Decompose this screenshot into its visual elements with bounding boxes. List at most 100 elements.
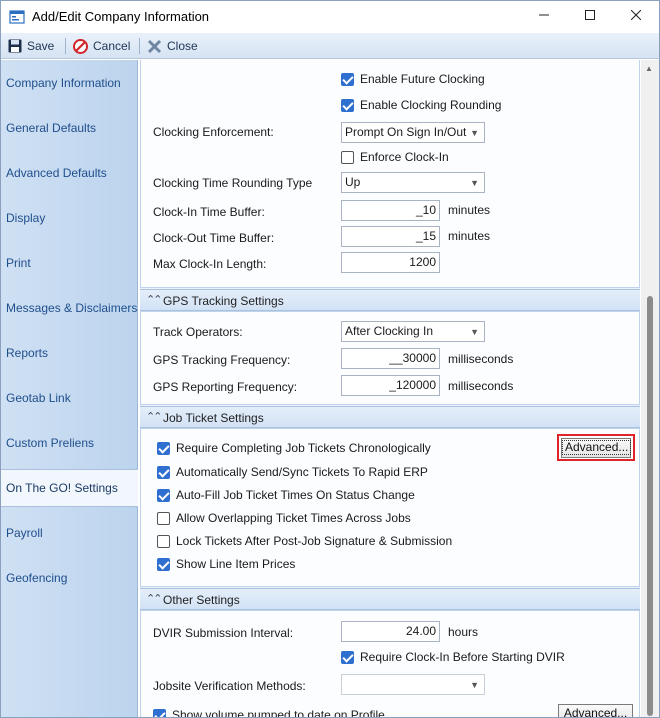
close-x-icon bbox=[147, 39, 162, 53]
clock-in-buffer-label: Clock-In Time Buffer: bbox=[153, 205, 265, 219]
sidebar-item-general-defaults[interactable]: General Defaults bbox=[1, 105, 138, 141]
app-window-icon bbox=[9, 10, 25, 24]
other-settings-section-title: Other Settings bbox=[163, 593, 240, 607]
track-operators-value: After Clocking In bbox=[345, 324, 434, 338]
job-ticket-option-label: Automatically Send/Sync Tickets To Rapid… bbox=[176, 465, 428, 479]
job-ticket-section-title: Job Ticket Settings bbox=[163, 411, 264, 425]
tracking-frequency-input[interactable]: __30000 bbox=[341, 348, 440, 369]
hours-unit: hours bbox=[448, 625, 479, 639]
job-ticket-section-header[interactable]: ⌃⌃ Job Ticket Settings bbox=[140, 406, 640, 428]
require-clock-in-dvir-label: Require Clock-In Before Starting DVIR bbox=[360, 650, 565, 664]
gps-section-title: GPS Tracking Settings bbox=[163, 294, 284, 308]
chevron-down-icon: ▼ bbox=[470, 128, 479, 138]
other-settings-panel: DVIR Submission Interval: 24.00 hours Re… bbox=[140, 610, 640, 718]
jobsite-verification-select[interactable]: ▼ bbox=[341, 674, 485, 695]
sidebar-item-display[interactable]: Display bbox=[1, 195, 138, 231]
scrollbar-thumb[interactable] bbox=[647, 296, 653, 716]
show-volume-checkbox[interactable] bbox=[153, 709, 166, 717]
minutes-unit: minutes bbox=[448, 203, 491, 217]
show-volume-label: Show volume pumped to date on Profile bbox=[172, 708, 385, 718]
sidebar-item-label: Geotab Link bbox=[6, 391, 71, 405]
enforce-clock-in-checkbox[interactable] bbox=[341, 151, 354, 164]
other-settings-section-header[interactable]: ⌃⌃ Other Settings bbox=[140, 588, 640, 610]
collapse-chevron-icon: ⌃⌃ bbox=[146, 294, 163, 306]
sidebar-item-label: Company Information bbox=[6, 76, 121, 90]
close-window-button[interactable] bbox=[613, 1, 659, 33]
save-button[interactable]: Save bbox=[8, 37, 54, 55]
floppy-disk-icon bbox=[8, 39, 22, 53]
job-ticket-option-checkbox[interactable] bbox=[157, 442, 170, 455]
job-ticket-option-checkbox[interactable] bbox=[157, 535, 170, 548]
clock-out-buffer-input[interactable]: _15 bbox=[341, 226, 440, 247]
gps-panel: Track Operators: After Clocking In ▼ GPS… bbox=[140, 311, 640, 405]
rounding-type-select[interactable]: Up ▼ bbox=[341, 172, 485, 193]
settings-sidebar: Company Information General Defaults Adv… bbox=[1, 60, 138, 717]
sidebar-item-label: On The GO! Settings bbox=[6, 481, 118, 495]
sidebar-item-advanced-defaults[interactable]: Advanced Defaults bbox=[1, 150, 138, 186]
sidebar-item-label: Messages & Disclaimers bbox=[6, 301, 138, 315]
dvir-interval-input[interactable]: 24.00 bbox=[341, 621, 440, 642]
collapse-chevron-icon: ⌃⌃ bbox=[146, 593, 163, 605]
rounding-type-label: Clocking Time Rounding Type bbox=[153, 176, 313, 190]
sidebar-item-label: Advanced Defaults bbox=[6, 166, 107, 180]
collapse-chevron-icon: ⌃⌃ bbox=[146, 411, 163, 423]
window-title: Add/Edit Company Information bbox=[32, 9, 210, 24]
close-button[interactable]: Close bbox=[147, 37, 198, 55]
enable-clocking-rounding-label: Enable Clocking Rounding bbox=[360, 98, 502, 112]
sidebar-item-reports[interactable]: Reports bbox=[1, 330, 138, 366]
advanced-button-label: Advanced... bbox=[563, 706, 628, 718]
gps-section-header[interactable]: ⌃⌃ GPS Tracking Settings bbox=[140, 289, 640, 311]
job-ticket-option-checkbox[interactable] bbox=[157, 489, 170, 502]
sidebar-item-payroll[interactable]: Payroll bbox=[1, 510, 138, 546]
job-ticket-option-label: Lock Tickets After Post-Job Signature & … bbox=[176, 534, 453, 548]
sidebar-item-custom-preliens[interactable]: Custom Preliens bbox=[1, 420, 138, 456]
minimize-button[interactable] bbox=[521, 1, 567, 33]
clocking-panel: Enable Future Clocking Enable Clocking R… bbox=[140, 60, 640, 288]
vertical-scrollbar[interactable]: ▲ bbox=[641, 60, 659, 717]
reporting-frequency-input[interactable]: _120000 bbox=[341, 375, 440, 396]
job-ticket-option-label: Auto-Fill Job Ticket Times On Status Cha… bbox=[176, 488, 415, 502]
enforce-clock-in-label: Enforce Clock-In bbox=[360, 150, 449, 164]
sidebar-item-on-the-go-settings[interactable]: On The GO! Settings bbox=[1, 469, 138, 507]
job-ticket-panel: Require Completing Job Tickets Chronolog… bbox=[140, 428, 640, 587]
enable-future-clocking-label: Enable Future Clocking bbox=[360, 72, 485, 86]
jobsite-verification-label: Jobsite Verification Methods: bbox=[153, 679, 306, 693]
clock-out-buffer-label: Clock-Out Time Buffer: bbox=[153, 231, 275, 245]
tracking-frequency-label: GPS Tracking Frequency: bbox=[153, 353, 291, 367]
job-ticket-option-checkbox[interactable] bbox=[157, 558, 170, 571]
chevron-down-icon: ▼ bbox=[470, 680, 479, 690]
chevron-down-icon: ▼ bbox=[470, 178, 479, 188]
minimize-icon bbox=[539, 14, 549, 16]
scroll-up-arrow-icon[interactable]: ▲ bbox=[645, 64, 653, 73]
job-ticket-advanced-button[interactable]: Advanced... bbox=[561, 438, 632, 458]
settings-content: Enable Future Clocking Enable Clocking R… bbox=[140, 60, 640, 718]
maximize-button[interactable] bbox=[567, 1, 613, 33]
require-clock-in-dvir-checkbox[interactable] bbox=[341, 651, 354, 664]
max-clock-in-input[interactable]: 1200 bbox=[341, 252, 440, 273]
sidebar-item-geotab-link[interactable]: Geotab Link bbox=[1, 375, 138, 411]
enable-future-clocking-checkbox[interactable] bbox=[341, 73, 354, 86]
sidebar-item-print[interactable]: Print bbox=[1, 240, 138, 276]
rounding-type-value: Up bbox=[345, 175, 361, 189]
sidebar-item-label: Reports bbox=[6, 346, 49, 360]
clock-in-buffer-input[interactable]: _10 bbox=[341, 200, 440, 221]
clocking-enforcement-select[interactable]: Prompt On Sign In/Out ▼ bbox=[341, 122, 485, 143]
max-clock-in-label: Max Clock-In Length: bbox=[153, 257, 267, 271]
cancel-label: Cancel bbox=[93, 39, 131, 53]
other-advanced-button[interactable]: Advanced... bbox=[558, 704, 633, 718]
company-info-window: Add/Edit Company Information Save Cancel… bbox=[0, 0, 660, 718]
chevron-down-icon: ▼ bbox=[470, 327, 479, 337]
sidebar-item-company-information[interactable]: Company Information bbox=[1, 60, 138, 96]
sidebar-item-label: General Defaults bbox=[6, 121, 97, 135]
milliseconds-unit: milliseconds bbox=[448, 352, 514, 366]
job-ticket-option-checkbox[interactable] bbox=[157, 466, 170, 479]
sidebar-item-messages-disclaimers[interactable]: Messages & Disclaimers bbox=[1, 285, 138, 321]
cancel-button[interactable]: Cancel bbox=[73, 37, 130, 55]
job-ticket-option-checkbox[interactable] bbox=[157, 512, 170, 525]
enable-clocking-rounding-checkbox[interactable] bbox=[341, 99, 354, 112]
track-operators-label: Track Operators: bbox=[153, 325, 243, 339]
advanced-button-label: Advanced... bbox=[562, 440, 632, 455]
toolbar-divider bbox=[65, 38, 66, 54]
sidebar-item-geofencing[interactable]: Geofencing bbox=[1, 555, 138, 591]
track-operators-select[interactable]: After Clocking In ▼ bbox=[341, 321, 485, 342]
